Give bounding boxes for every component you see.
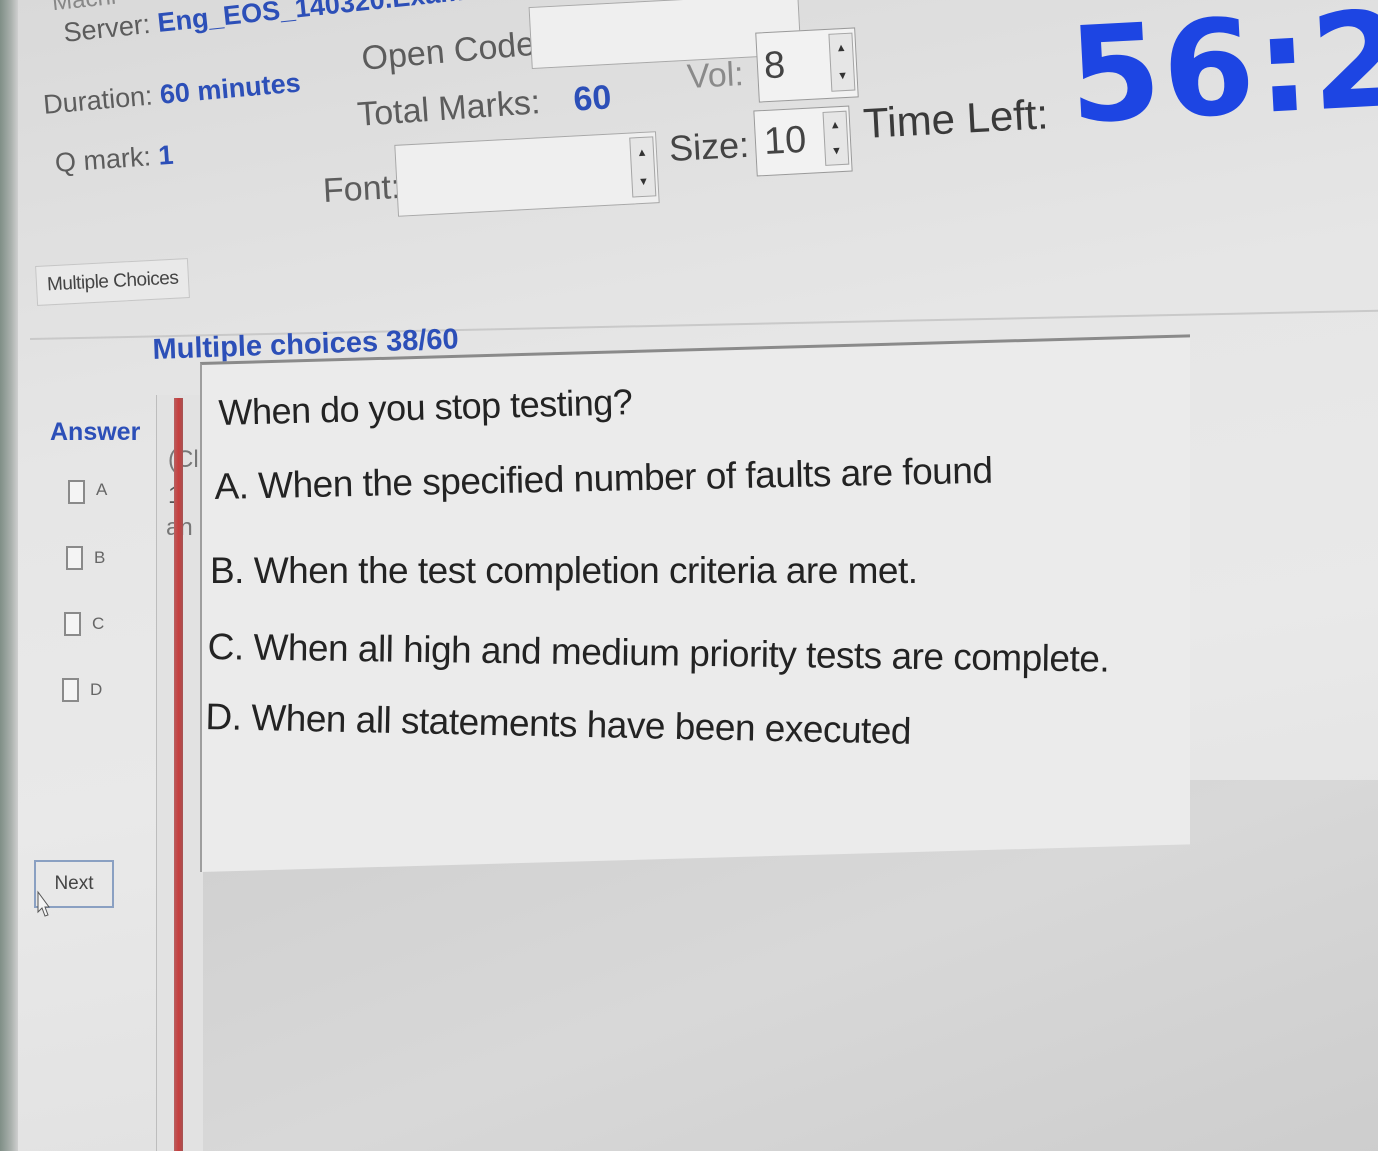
answer-checkbox-d[interactable] — [62, 678, 79, 702]
font-select[interactable]: ▲ ▼ — [394, 131, 660, 217]
duration-label: Duration: — [42, 80, 154, 120]
duration-row: Duration: 60 minutes — [42, 68, 302, 121]
time-left-timer: 56:2 — [1065, 0, 1378, 154]
size-value: 10 — [762, 118, 808, 164]
answer-checkbox-a[interactable] — [68, 480, 85, 504]
vol-value: 8 — [762, 44, 787, 88]
total-marks-value: 60 — [572, 78, 613, 119]
down-arrow-icon: ▼ — [836, 69, 849, 83]
gutter-note-1: (Cl — [168, 446, 199, 473]
answer-heading: Answer — [50, 418, 141, 446]
answer-label-b: B — [94, 548, 106, 567]
open-code-label: Open Code: — [360, 24, 546, 78]
answer-label-d: D — [90, 680, 103, 699]
down-arrow-icon: ▼ — [830, 144, 843, 158]
up-arrow-icon: ▲ — [636, 146, 648, 159]
duration-value: 60 minutes — [158, 67, 302, 110]
time-left-label: Time Left: — [862, 90, 1050, 147]
answer-label-c: C — [92, 614, 105, 633]
qmark-label: Q mark: — [54, 141, 152, 178]
monitor-bezel — [0, 0, 18, 1151]
answer-checkbox-b[interactable] — [66, 546, 83, 570]
mouse-cursor-icon — [37, 890, 50, 917]
total-marks-label: Total Marks: — [356, 83, 542, 134]
answer-checkbox-c[interactable] — [64, 612, 81, 636]
vol-spinner[interactable]: ▲ ▼ — [828, 32, 856, 92]
size-spinner[interactable]: ▲ ▼ — [822, 110, 850, 166]
answer-label-a: A — [96, 480, 108, 499]
vol-spinbox[interactable]: 8 ▲ ▼ — [755, 27, 859, 103]
up-arrow-icon: ▲ — [835, 41, 847, 55]
gutter-red-bar — [174, 398, 183, 1151]
size-spinbox[interactable]: 10 ▲ ▼ — [753, 105, 853, 177]
qmark-row: Q mark: 1 — [54, 140, 174, 179]
option-b-text: B. When the test completion criteria are… — [210, 550, 918, 591]
vol-label: Vol: — [686, 55, 745, 96]
size-label: Size: — [668, 123, 751, 169]
tab-multiple-choices[interactable]: Multiple Choices — [35, 258, 191, 306]
server-value: Eng_EOS_140320.Exam — [156, 0, 466, 38]
font-spinner[interactable]: ▲ ▼ — [629, 136, 657, 198]
up-arrow-icon: ▲ — [829, 119, 841, 132]
font-label: Font: — [322, 167, 402, 210]
qmark-value: 1 — [157, 139, 175, 171]
down-arrow-icon: ▼ — [637, 175, 650, 188]
exam-screen: Machi Server: Eng_EOS_140320.Exam Durati… — [0, 0, 1378, 1151]
total-marks-row: Total Marks: 60 — [356, 78, 613, 135]
